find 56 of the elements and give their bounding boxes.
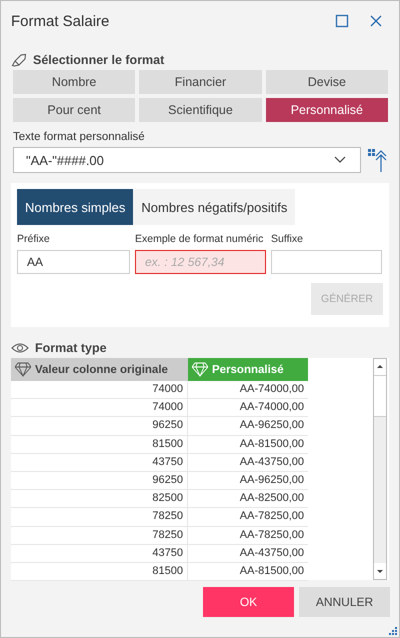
table-cell: 81500 xyxy=(11,436,188,454)
maximize-button[interactable] xyxy=(335,14,349,28)
diamond-icon xyxy=(192,362,208,377)
table-cell: AA-43750,00 xyxy=(188,544,308,563)
column-header: Personnalisé xyxy=(188,358,308,381)
format-option[interactable]: Financier xyxy=(139,70,262,94)
input-field[interactable]: AA xyxy=(17,250,130,274)
format-option[interactable]: Scientifique xyxy=(139,98,262,122)
scroll-thumb[interactable] xyxy=(374,375,386,417)
format-option[interactable]: Pour cent xyxy=(13,98,136,122)
format-option[interactable]: Personnalisé xyxy=(266,98,388,122)
table-cell: AA-96250,00 xyxy=(188,417,308,436)
table-cell: AA-82500,00 xyxy=(188,490,308,508)
close-button[interactable] xyxy=(369,14,383,28)
chevron-down-icon xyxy=(334,156,346,164)
table-cell: 43750 xyxy=(11,544,188,563)
format-dropdown[interactable]: "AA-"####.00 xyxy=(13,147,361,173)
input-field[interactable]: ex. : 12 567,34 xyxy=(135,250,266,274)
table-cell: AA-78250,00 xyxy=(188,526,308,545)
tab[interactable]: Nombres négatifs/positifs xyxy=(133,189,296,225)
table-cell: 96250 xyxy=(11,417,188,436)
table-cell: 82500 xyxy=(11,490,188,508)
tab[interactable]: Nombres simples xyxy=(17,189,134,225)
format-option[interactable]: Devise xyxy=(266,70,388,94)
table-cell: AA-78250,00 xyxy=(188,508,308,526)
collapse-icon[interactable] xyxy=(367,147,387,173)
table-cell: 74000 xyxy=(11,381,188,400)
scrollbar[interactable] xyxy=(373,358,387,580)
table-cell: 96250 xyxy=(11,472,188,490)
table-cell: AA-43750,00 xyxy=(188,454,308,472)
table-cell: 81500 xyxy=(11,562,188,582)
diamond-icon xyxy=(15,362,31,377)
table-cell: AA-74000,00 xyxy=(188,381,308,400)
table-cell: AA-74000,00 xyxy=(188,399,308,418)
table-cell: 43750 xyxy=(11,454,188,472)
scroll-up-icon[interactable] xyxy=(374,359,386,375)
eye-icon xyxy=(11,342,29,354)
table-cell: 78250 xyxy=(11,526,188,545)
field-label: Suffixe xyxy=(271,233,304,245)
section-title: Format type xyxy=(35,341,107,355)
window-title: Format Salaire xyxy=(11,12,110,30)
column-header: Valeur colonne originale xyxy=(11,358,188,381)
table-cell: AA-81500,00 xyxy=(188,562,308,582)
ok-button[interactable]: OK xyxy=(203,587,294,617)
resize-grip-icon[interactable] xyxy=(389,627,397,635)
field-label: Texte format personnalisé xyxy=(13,131,146,143)
section-title: Sélectionner le format xyxy=(33,53,164,67)
cancel-button[interactable]: ANNULER xyxy=(299,587,390,617)
scroll-down-icon[interactable] xyxy=(374,563,386,579)
table-cell: 78250 xyxy=(11,508,188,526)
field-label: Exemple de format numéric xyxy=(135,233,264,245)
format-option[interactable]: Nombre xyxy=(13,70,136,94)
table-cell: AA-81500,00 xyxy=(188,436,308,454)
field-label: Préfixe xyxy=(17,233,51,245)
table-cell: AA-96250,00 xyxy=(188,472,308,490)
table-cell: 74000 xyxy=(11,399,188,418)
